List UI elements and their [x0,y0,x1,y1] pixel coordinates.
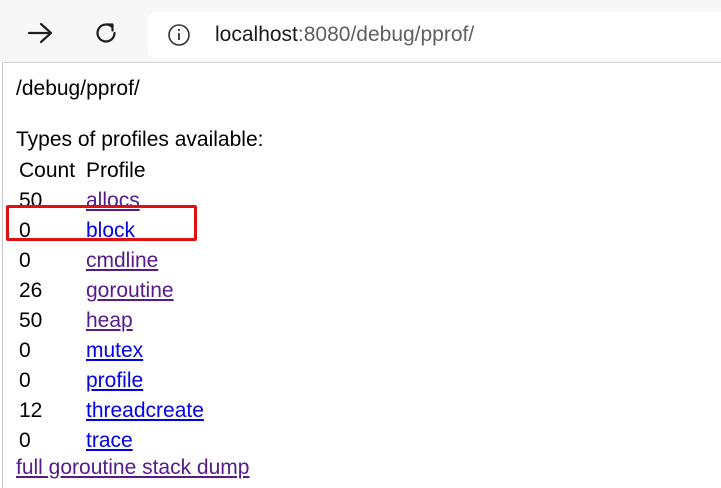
profile-cell: mutex [86,336,204,366]
profile-link-heap[interactable]: heap [86,309,133,332]
table-row-cmdline: 0 cmdline [17,246,204,276]
table-row-heap: 50 heap [17,306,204,336]
profile-header: Profile [86,159,146,182]
highlight-box [6,205,197,241]
profile-link-goroutine[interactable]: goroutine [86,279,174,302]
profile-count: 12 [19,399,43,422]
table-row-threadcreate: 12 threadcreate [17,396,204,426]
profile-count: 0 [19,369,31,392]
profile-link-threadcreate[interactable]: threadcreate [86,399,204,422]
address-bar[interactable]: localhost:8080/debug/pprof/ [148,12,721,58]
full-goroutine-dump-link[interactable]: full goroutine stack dump [16,456,249,480]
info-icon[interactable] [167,23,191,47]
table-row-profile: 0 profile [17,366,204,396]
profile-cell: trace [86,426,204,456]
profile-count: 50 [19,309,43,332]
table-row-trace: 0 trace [17,426,204,456]
refresh-icon [96,23,116,43]
page-title: /debug/pprof/ [16,77,140,100]
profile-count: 0 [19,339,31,362]
profile-cell: threadcreate [86,396,204,426]
profile-count: 26 [19,279,43,302]
profile-cell: heap [86,306,204,336]
count-header: Count [19,159,76,182]
url-host: localhost [215,23,298,46]
profile-link-mutex[interactable]: mutex [86,339,143,362]
arrow-left-icon [27,22,53,44]
refresh-button[interactable] [86,13,126,53]
back-button[interactable] [20,13,60,53]
profile-link-cmdline[interactable]: cmdline [86,249,158,272]
profile-link-trace[interactable]: trace [86,429,133,452]
page-content: /debug/pprof/ Types of profiles availabl… [2,62,721,488]
table-row-mutex: 0 mutex [17,336,204,366]
table-row-goroutine: 26 goroutine [17,276,204,306]
profile-link-profile[interactable]: profile [86,369,143,392]
table-header-row: Count Profile [17,156,204,186]
profile-cell: profile [86,366,204,396]
profile-cell: cmdline [86,246,204,276]
profile-table: Count Profile 50 allocs 0 block 0 cmdline 26 go… [17,156,204,456]
url-path: :8080/debug/pprof/ [297,23,475,46]
profile-cell: goroutine [86,276,204,306]
profile-count: 0 [19,429,31,452]
browser-toolbar: localhost:8080/debug/pprof/ [0,0,721,62]
url-text[interactable]: localhost:8080/debug/pprof/ [215,23,474,47]
profile-count: 0 [19,249,31,272]
types-heading: Types of profiles available: [16,128,264,151]
